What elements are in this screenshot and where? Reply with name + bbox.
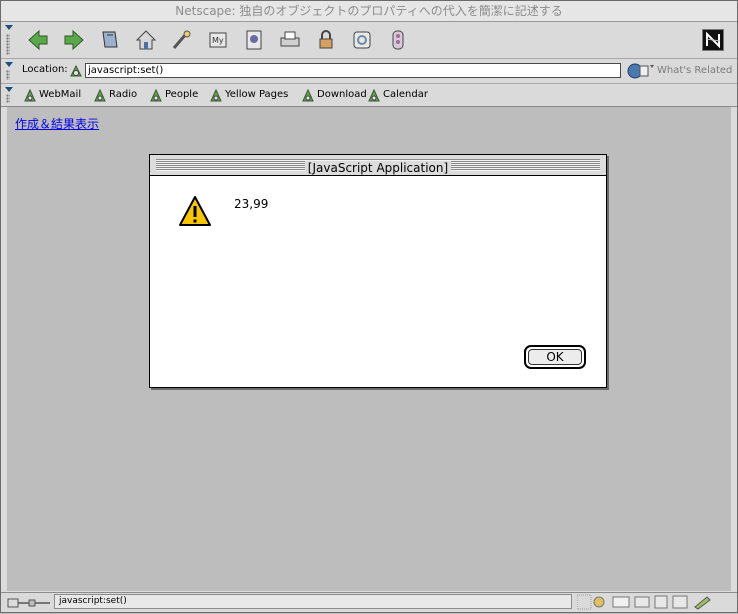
javascript-alert-dialog: [JavaScript Application] 23,99 OK bbox=[149, 154, 607, 388]
ok-button-default-ring: OK bbox=[524, 345, 586, 369]
my-netscape-button[interactable]: My bbox=[205, 27, 231, 53]
bookmark-label: WebMail bbox=[39, 89, 82, 100]
bookmark-download[interactable]: Download bbox=[301, 87, 367, 103]
home-button[interactable] bbox=[133, 27, 159, 53]
ok-button[interactable]: OK bbox=[528, 349, 582, 365]
home-icon bbox=[135, 30, 157, 50]
grip-dots-icon bbox=[6, 34, 10, 55]
window-title: Netscape: 独自のオブジェクトのプロパティへの代入を簡潔に記述する bbox=[175, 4, 563, 18]
stop-button[interactable] bbox=[385, 27, 411, 53]
browser-window: Netscape: 独自のオブジェクトのプロパティへの代入を簡潔に記述する My… bbox=[0, 0, 738, 613]
dialog-title: [JavaScript Application] bbox=[304, 161, 452, 175]
edit-component-icon bbox=[694, 596, 711, 610]
grip-dots-icon bbox=[6, 94, 10, 103]
search-button[interactable] bbox=[169, 27, 195, 53]
bookmark-label: Calendar bbox=[383, 89, 428, 100]
back-button[interactable] bbox=[25, 27, 51, 53]
create-and-show-result-link[interactable]: 作成＆結果表示 bbox=[15, 115, 99, 132]
dialog-titlebar[interactable]: [JavaScript Application] bbox=[150, 155, 606, 176]
shop-icon bbox=[353, 31, 371, 49]
component-bar bbox=[576, 594, 727, 610]
whats-related-label[interactable]: What's Related bbox=[657, 65, 732, 76]
bookmark-label: People bbox=[165, 89, 199, 100]
status-text: javascript:set() bbox=[54, 594, 572, 609]
stop-icon bbox=[392, 30, 404, 50]
security-button[interactable] bbox=[313, 27, 339, 53]
navigator-component-icon bbox=[593, 596, 605, 608]
bookmark-webmail[interactable]: WebMail bbox=[23, 87, 81, 103]
bookmark-icon bbox=[150, 88, 162, 102]
personal-toolbar: WebMail Radio People Yellow Pages Download Ca… bbox=[1, 84, 737, 107]
lock-icon bbox=[319, 30, 333, 49]
forward-button[interactable] bbox=[61, 27, 87, 53]
bookmark-icon bbox=[302, 88, 314, 102]
composer-component-icon bbox=[654, 595, 668, 609]
images-icon bbox=[246, 30, 262, 50]
collapse-triangle-icon bbox=[5, 62, 13, 67]
bookmark-icon bbox=[368, 88, 380, 102]
collapse-triangle-icon bbox=[5, 87, 13, 92]
connection-status-icon[interactable] bbox=[7, 595, 51, 609]
netscape-logo-icon[interactable] bbox=[702, 29, 724, 51]
bookmark-label: Yellow Pages bbox=[225, 89, 289, 100]
bookmark-icon bbox=[94, 88, 106, 102]
location-input[interactable] bbox=[85, 63, 621, 78]
toolbar-collapse-grip[interactable] bbox=[3, 22, 13, 58]
location-collapse-grip[interactable] bbox=[3, 59, 13, 83]
bookmark-yellow-pages[interactable]: Yellow Pages bbox=[209, 87, 288, 103]
bookmark-calendar[interactable]: Calendar bbox=[367, 87, 428, 103]
grip-dots-icon bbox=[6, 70, 10, 80]
bookmark-icon bbox=[210, 88, 222, 102]
warning-icon bbox=[178, 195, 212, 227]
print-icon bbox=[280, 31, 300, 47]
page-proxy-icon[interactable] bbox=[68, 63, 84, 79]
collapse-triangle-icon bbox=[5, 25, 13, 30]
bookmark-icon bbox=[24, 88, 36, 102]
bookmark-label: Download bbox=[317, 89, 367, 100]
search-icon bbox=[172, 30, 191, 49]
whats-related-icon[interactable] bbox=[627, 62, 655, 80]
forward-arrow-icon bbox=[64, 29, 84, 51]
dialog-message: 23,99 bbox=[234, 197, 269, 211]
status-bar: javascript:set() bbox=[1, 592, 737, 611]
bookmark-people[interactable]: People bbox=[149, 87, 198, 103]
my-netscape-icon-label: My bbox=[212, 36, 224, 45]
window-titlebar[interactable]: Netscape: 独自のオブジェクトのプロパティへの代入を簡潔に記述する bbox=[1, 1, 737, 22]
mail-component-icon bbox=[612, 596, 630, 608]
news-component-icon bbox=[634, 596, 650, 608]
shop-button[interactable] bbox=[349, 27, 375, 53]
back-arrow-icon bbox=[28, 29, 48, 51]
navigation-toolbar: My bbox=[1, 22, 737, 59]
print-button[interactable] bbox=[277, 27, 303, 53]
bookmark-label: Radio bbox=[109, 89, 138, 100]
images-button[interactable] bbox=[241, 27, 267, 53]
address-book-component-icon bbox=[672, 595, 688, 609]
location-label: Location: bbox=[22, 64, 68, 75]
reload-button[interactable] bbox=[97, 27, 123, 53]
reload-icon bbox=[102, 31, 118, 48]
personal-collapse-grip[interactable] bbox=[3, 84, 13, 106]
bookmark-radio[interactable]: Radio bbox=[93, 87, 137, 103]
location-toolbar: Location: What's Related bbox=[1, 59, 737, 84]
